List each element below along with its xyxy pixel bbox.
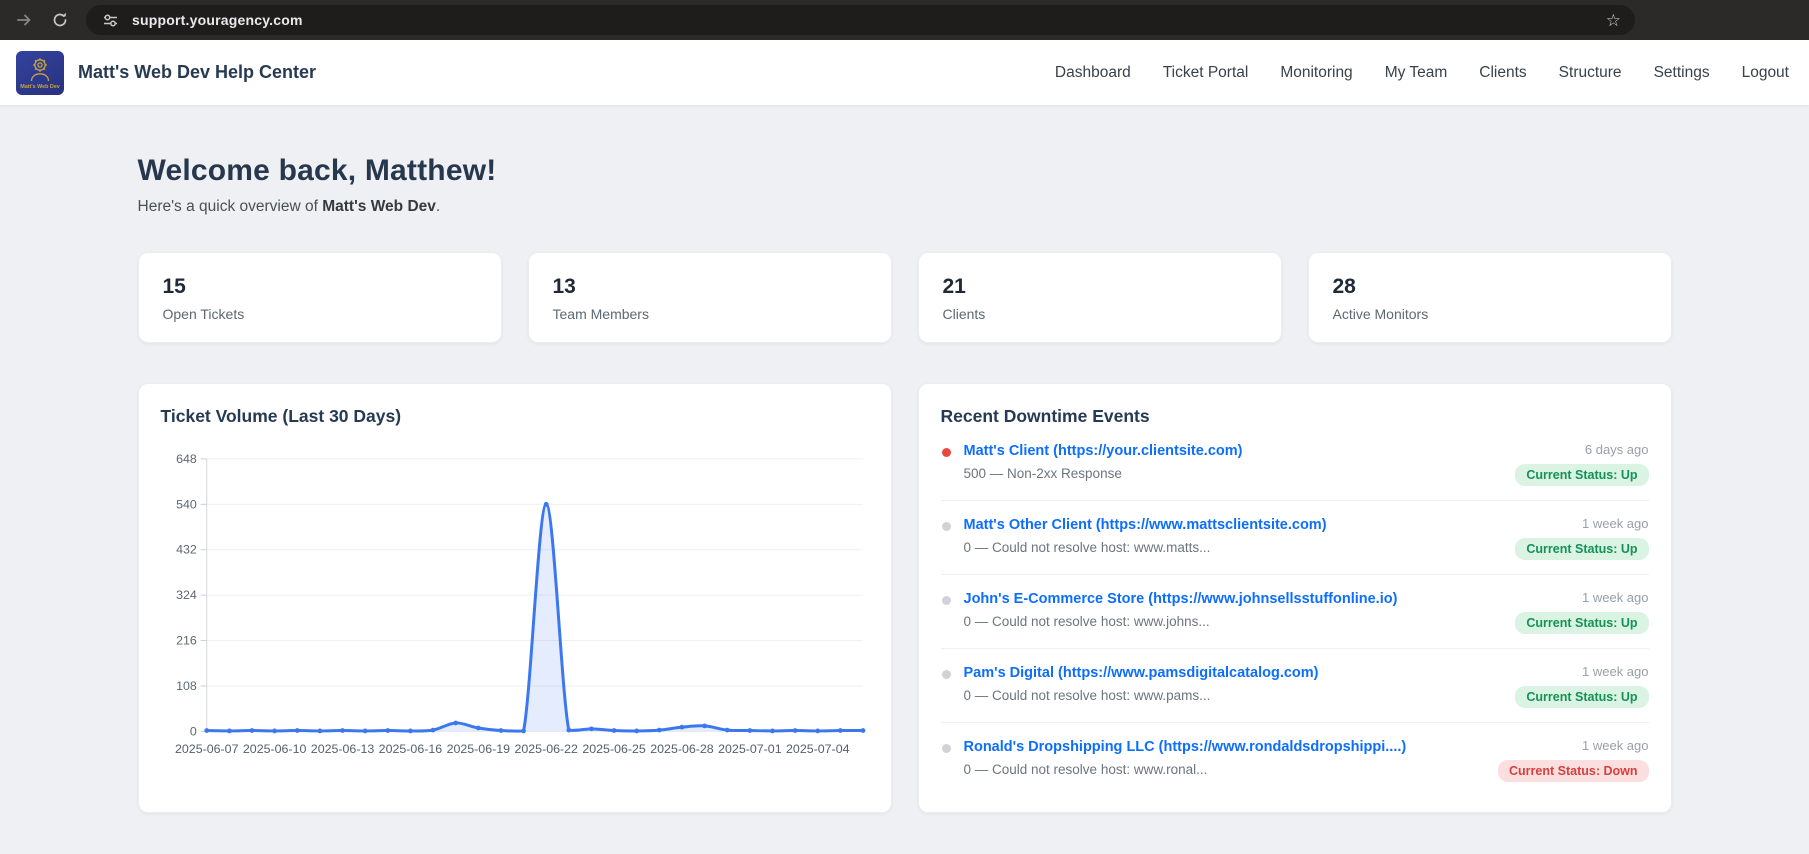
- event-dot-icon: [941, 670, 951, 679]
- svg-text:432: 432: [176, 543, 197, 557]
- svg-text:108: 108: [176, 679, 197, 693]
- site-settings-icon[interactable]: [100, 10, 120, 30]
- svg-text:540: 540: [176, 497, 197, 511]
- nav-my-team[interactable]: My Team: [1385, 64, 1448, 82]
- stat-card-active-monitors: 28 Active Monitors: [1307, 252, 1672, 343]
- welcome-section: Welcome back, Matthew! Here's a quick ov…: [138, 154, 1672, 216]
- event-timestamp: 1 week ago: [1582, 664, 1649, 679]
- event-timestamp: 6 days ago: [1584, 442, 1649, 457]
- downtime-event-row: Matt's Client (https://your.clientsite.c…: [940, 427, 1649, 501]
- status-badge: Current Status: Up: [1515, 612, 1649, 634]
- event-link[interactable]: Matt's Other Client (https://www.mattscl…: [964, 517, 1327, 533]
- svg-text:2025-06-19: 2025-06-19: [446, 742, 510, 756]
- event-dot-icon: [941, 596, 951, 605]
- line-chart-canvas: 0 108 216 324 432 540 648 2025-06-07 2025-06-10 2…: [175, 452, 865, 756]
- downtime-event-row: John's E-Commerce Store (https://www.joh…: [940, 575, 1649, 649]
- event-dot-icon: [941, 744, 951, 753]
- event-link[interactable]: Ronald's Dropshipping LLC (https://www.r…: [964, 739, 1407, 755]
- downtime-event-row: Matt's Other Client (https://www.mattscl…: [940, 501, 1649, 575]
- brand-name: Matt's Web Dev: [322, 198, 436, 215]
- site-title: Matt's Web Dev Help Center: [78, 62, 316, 82]
- alert-dot-icon: [941, 448, 951, 457]
- event-link[interactable]: John's E-Commerce Store (https://www.joh…: [964, 591, 1398, 607]
- svg-text:2025-07-04: 2025-07-04: [786, 742, 850, 756]
- svg-text:216: 216: [176, 634, 197, 648]
- stat-label: Clients: [942, 306, 986, 322]
- stat-card-open-tickets: 15 Open Tickets: [137, 252, 502, 343]
- stat-label: Team Members: [552, 306, 649, 322]
- stat-card-team-members: 13 Team Members: [527, 252, 892, 343]
- bookmark-star-icon[interactable]: ☆: [1606, 12, 1621, 29]
- main-nav: Dashboard Ticket Portal Monitoring My Te…: [1055, 64, 1793, 82]
- stat-label: Open Tickets: [162, 306, 245, 322]
- event-timestamp: 1 week ago: [1582, 516, 1649, 531]
- event-detail: 500 — Non-2xx Response: [963, 466, 1122, 481]
- status-badge: Current Status: Up: [1515, 686, 1649, 708]
- nav-clients[interactable]: Clients: [1479, 64, 1526, 82]
- svg-text:2025-06-10: 2025-06-10: [242, 742, 306, 756]
- event-link[interactable]: Pam's Digital (https://www.pamsdigitalca…: [964, 665, 1319, 681]
- stat-value: 28: [1332, 275, 1356, 298]
- downtime-event-row: Pam's Digital (https://www.pamsdigitalca…: [940, 649, 1649, 723]
- svg-text:2025-06-28: 2025-06-28: [650, 742, 714, 756]
- welcome-heading: Welcome back, Matthew!: [137, 154, 497, 187]
- url-text[interactable]: support.youragency.com: [132, 12, 303, 28]
- event-detail: 0 — Could not resolve host: www.pams...: [963, 688, 1211, 703]
- svg-text:2025-07-01: 2025-07-01: [718, 742, 782, 756]
- nav-logout[interactable]: Logout: [1742, 64, 1789, 82]
- downtime-panel: Recent Downtime Events Matt's Client (ht…: [917, 383, 1672, 813]
- browser-toolbar: support.youragency.com ☆: [0, 0, 1809, 40]
- ticket-volume-panel: Ticket Volume (Last 30 Days) 0 108 216 324 4…: [137, 383, 892, 813]
- address-bar[interactable]: support.youragency.com ☆: [86, 5, 1635, 35]
- svg-text:648: 648: [176, 452, 197, 466]
- logo-text: Matt's Web Dev: [20, 84, 60, 90]
- site-logo[interactable]: Matt's Web Dev: [16, 50, 64, 95]
- nav-monitoring[interactable]: Monitoring: [1280, 64, 1352, 82]
- welcome-subtitle: Here's a quick overview of Matt's Web De…: [137, 198, 441, 215]
- event-detail: 0 — Could not resolve host: www.johns...: [963, 614, 1210, 629]
- forward-icon[interactable]: [14, 10, 34, 30]
- svg-text:2025-06-07: 2025-06-07: [175, 742, 239, 756]
- stat-value: 21: [942, 275, 966, 298]
- svg-text:324: 324: [176, 588, 197, 602]
- stat-label: Active Monitors: [1332, 306, 1429, 322]
- svg-text:0: 0: [189, 724, 196, 738]
- event-timestamp: 1 week ago: [1582, 738, 1649, 753]
- stat-value: 15: [162, 275, 186, 298]
- nav-ticket-portal[interactable]: Ticket Portal: [1163, 64, 1249, 82]
- nav-structure[interactable]: Structure: [1559, 64, 1622, 82]
- svg-text:2025-06-16: 2025-06-16: [378, 742, 442, 756]
- status-badge: Current Status: Up: [1515, 464, 1649, 486]
- stats-row: 15 Open Tickets 13 Team Members 21 Clien…: [137, 252, 1672, 343]
- ticket-volume-chart: 0 108 216 324 432 540 648 2025-06-07 2025-06-10 2…: [161, 443, 869, 773]
- panels-row: Ticket Volume (Last 30 Days) 0 108 216 324 4…: [137, 383, 1672, 841]
- stat-card-clients: 21 Clients: [917, 252, 1282, 343]
- event-dot-icon: [941, 522, 951, 531]
- status-badge: Current Status: Up: [1515, 538, 1649, 560]
- event-link[interactable]: Matt's Client (https://your.clientsite.c…: [964, 443, 1243, 459]
- nav-dashboard[interactable]: Dashboard: [1055, 64, 1131, 82]
- dashboard-page: Welcome back, Matthew! Here's a quick ov…: [136, 154, 1674, 841]
- nav-settings[interactable]: Settings: [1654, 64, 1710, 82]
- svg-text:2025-06-22: 2025-06-22: [514, 742, 578, 756]
- refresh-icon[interactable]: [50, 10, 70, 30]
- downtime-event-row: Ronald's Dropshipping LLC (https://www.r…: [941, 723, 1649, 796]
- chart-title: Ticket Volume (Last 30 Days): [160, 406, 402, 426]
- event-detail: 0 — Could not resolve host: www.matts...: [963, 540, 1211, 555]
- event-timestamp: 1 week ago: [1582, 590, 1649, 605]
- svg-text:2025-06-25: 2025-06-25: [582, 742, 646, 756]
- svg-text:2025-06-13: 2025-06-13: [310, 742, 374, 756]
- status-badge: Current Status: Down: [1498, 760, 1649, 782]
- site-header: Matt's Web Dev Matt's Web Dev Help Cente…: [0, 40, 1809, 106]
- event-detail: 0 — Could not resolve host: www.ronal...: [963, 762, 1208, 777]
- stat-value: 13: [552, 275, 576, 298]
- downtime-title: Recent Downtime Events: [940, 406, 1150, 426]
